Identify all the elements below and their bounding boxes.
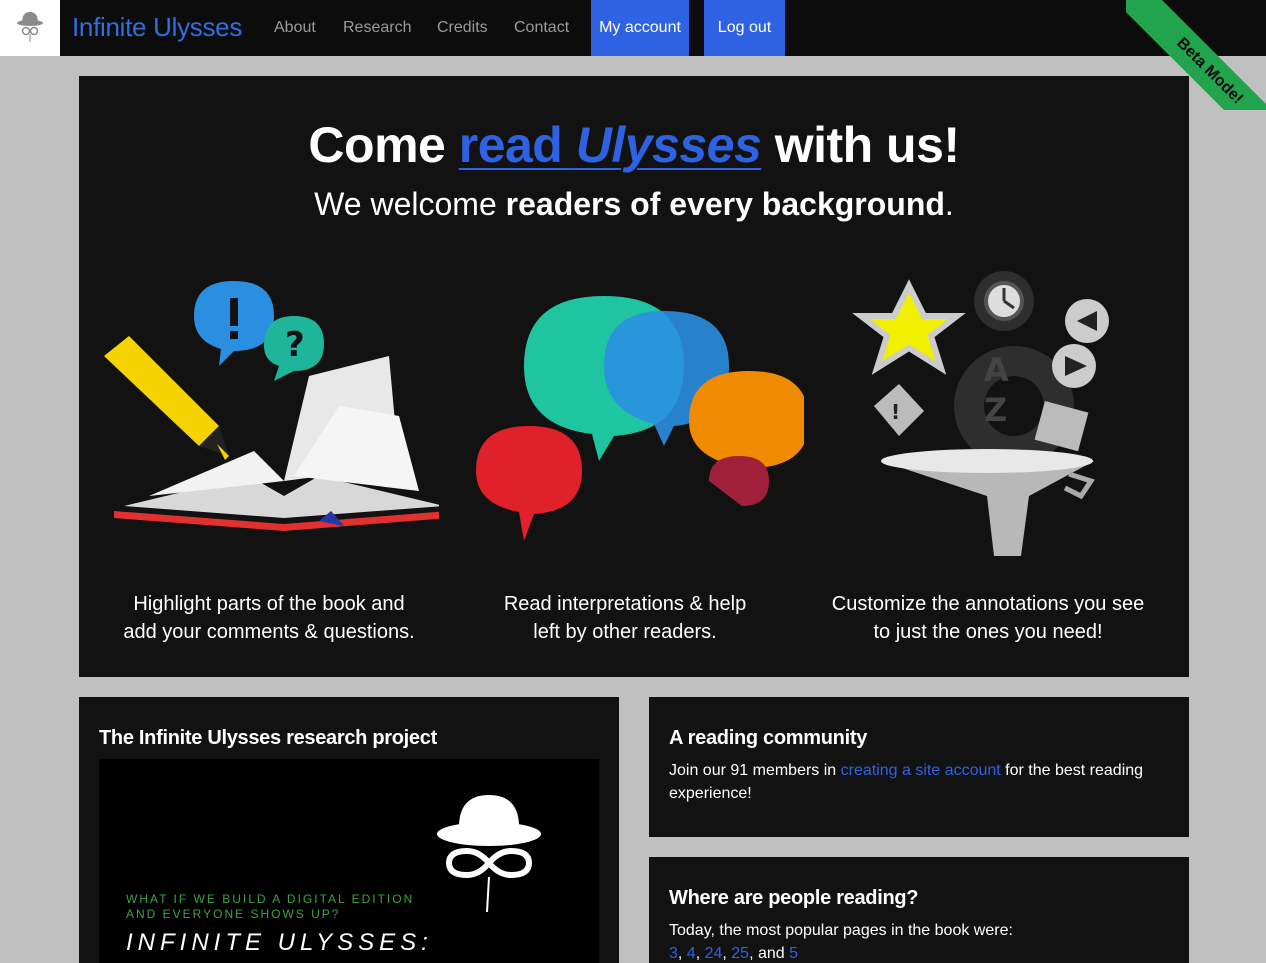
hero-title-pre: Come [308, 117, 459, 173]
hero-subtitle: We welcome readers of every background. [79, 186, 1189, 223]
hat-glasses-icon [17, 12, 43, 42]
funnel-filter-illustration: A Z ! [852, 271, 1109, 556]
feature-caption-line: Customize the annotations you see [831, 593, 1145, 615]
and-word: and [757, 945, 785, 962]
nav-research[interactable]: Research [343, 19, 411, 37]
community-panel: A reading community Join our 91 members … [649, 697, 1189, 837]
feature-caption-customize: Customize the annotations you see to jus… [808, 590, 1168, 646]
feature-caption-line: to just the ones you need! [873, 621, 1103, 643]
feature-caption-read: Read interpretations & help left by othe… [445, 590, 805, 646]
video-tagline-line: WHAT IF WE BUILD A DIGITAL EDITION [126, 892, 415, 906]
highlight-book-illustration: ? [104, 281, 439, 531]
popular-pages-panel: Where are people reading? Today, the mos… [649, 857, 1189, 963]
page-link[interactable]: 4 [687, 945, 696, 962]
my-account-button[interactable]: My account [591, 0, 689, 56]
read-ulysses-link-b: Ulysses [575, 117, 762, 173]
video-title: INFINITE ULYSSES: [126, 929, 433, 956]
hero-sub-pre: We welcome [314, 186, 506, 222]
nav-about[interactable]: About [274, 19, 316, 37]
feature-caption-line: add your comments & questions. [123, 621, 415, 643]
site-logo[interactable] [0, 0, 60, 56]
read-ulysses-link[interactable]: read Ulysses [459, 117, 762, 173]
page-link[interactable]: 5 [789, 945, 798, 962]
feature-caption-line: Read interpretations & help [503, 593, 747, 615]
speech-bubbles-illustration [476, 296, 804, 541]
video-tagline: WHAT IF WE BUILD A DIGITAL EDITION AND E… [126, 892, 414, 922]
community-text: Join our 91 members in creating a site a… [669, 759, 1169, 805]
hero-sub-post: . [944, 186, 954, 222]
popular-title: Where are people reading? [669, 887, 919, 909]
feature-caption-line: Highlight parts of the book and [133, 593, 405, 615]
brand-link[interactable]: Infinite Ulysses [72, 12, 242, 43]
research-panel: The Infinite Ulysses research project WH… [79, 697, 619, 963]
research-title: The Infinite Ulysses research project [99, 727, 437, 749]
svg-text:!: ! [891, 400, 900, 424]
page-link[interactable]: 24 [705, 945, 723, 962]
video-tagline-line: AND EVERYONE SHOWS UP? [126, 907, 341, 921]
create-account-link[interactable]: creating a site account [841, 762, 1001, 779]
hero-title-post: with us! [761, 117, 960, 173]
nav-contact[interactable]: Contact [514, 19, 569, 37]
nav-credits[interactable]: Credits [437, 19, 488, 37]
svg-text:Z: Z [984, 391, 1007, 429]
community-text-pre: Join our 91 members in [669, 762, 841, 779]
top-navbar: Infinite Ulysses About Research Credits … [0, 0, 1266, 110]
hat-glasses-icon [437, 795, 541, 913]
read-ulysses-link-a: read [458, 117, 576, 173]
hero-section: Come read Ulysses with us! We welcome re… [79, 76, 1189, 677]
hero-title: Come read Ulysses with us! [79, 116, 1189, 174]
svg-text:?: ? [285, 325, 305, 365]
popular-text: Today, the most popular pages in the boo… [669, 922, 1013, 939]
popular-pages-list: 3, 4, 24, 25, and 5 [669, 945, 799, 962]
hero-sub-bold: readers of every background [505, 186, 945, 222]
feature-caption-line: left by other readers. [533, 621, 717, 643]
page-link[interactable]: 25 [731, 945, 749, 962]
research-video[interactable]: WHAT IF WE BUILD A DIGITAL EDITION AND E… [99, 759, 599, 963]
feature-caption-highlight: Highlight parts of the book and add your… [89, 590, 449, 646]
log-out-button[interactable]: Log out [704, 0, 785, 56]
page-link[interactable]: 3 [669, 945, 678, 962]
svg-text:A: A [984, 351, 1009, 389]
community-title: A reading community [669, 727, 868, 749]
